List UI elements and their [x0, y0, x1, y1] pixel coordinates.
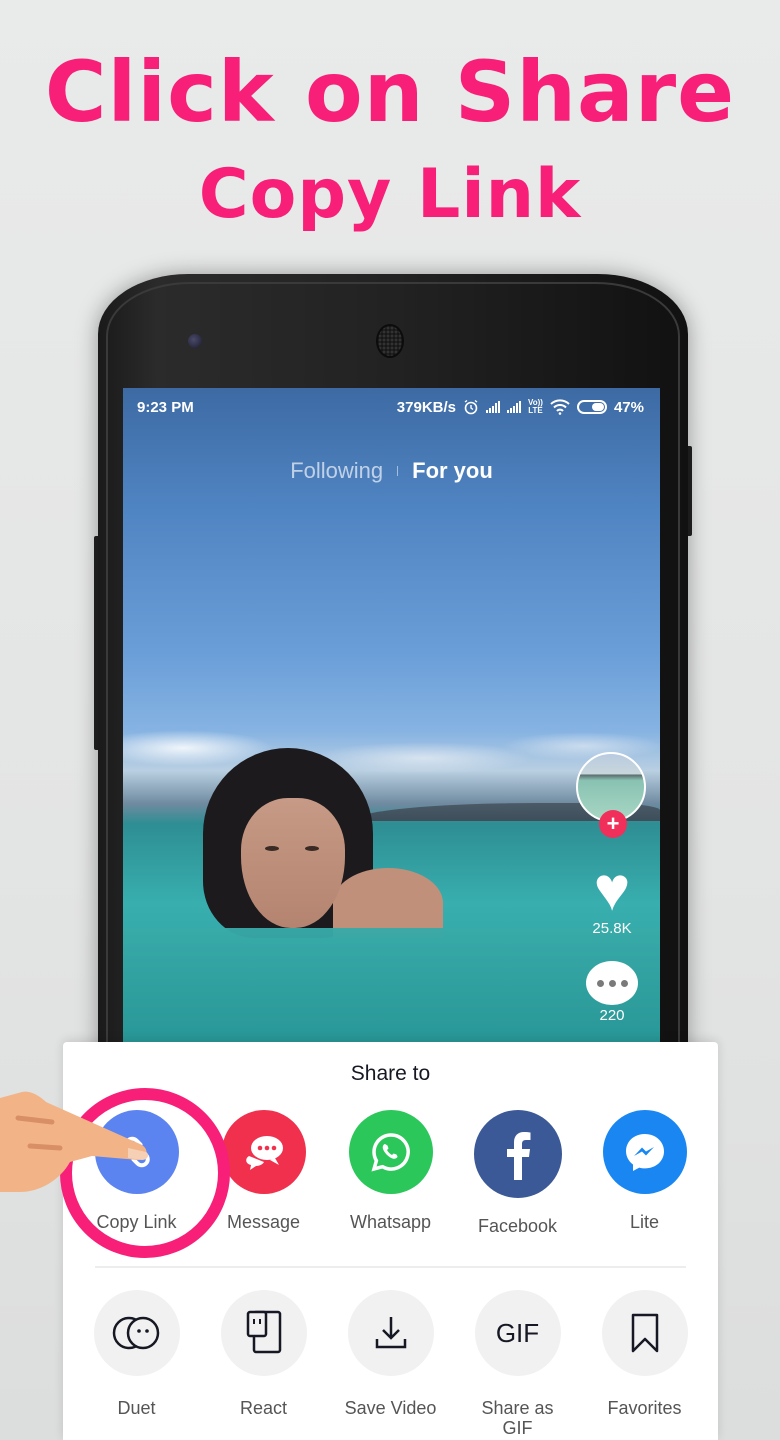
share-facebook[interactable]: Facebook [454, 1110, 581, 1236]
creator-avatar[interactable]: + [576, 752, 646, 838]
facebook-icon [473, 1110, 562, 1198]
bookmark-icon [601, 1290, 688, 1376]
action-duet[interactable]: Duet [73, 1290, 200, 1438]
message-icon [221, 1110, 306, 1194]
share-label: Facebook [477, 1216, 558, 1236]
action-label: Save Video [344, 1398, 437, 1418]
share-actions-row: Duet React Save Video GIF Share as GIF F… [73, 1290, 708, 1438]
share-sheet-divider [95, 1266, 686, 1268]
messenger-icon [602, 1110, 687, 1194]
battery-percent: 47% [613, 398, 644, 416]
lte-text: LTE [528, 406, 543, 415]
share-label: Whatsapp [349, 1212, 432, 1232]
comment-count: 220 [599, 1007, 625, 1024]
headline-title: Click on Share [44, 43, 736, 141]
video-person [163, 748, 443, 948]
eye [305, 846, 319, 851]
eye [265, 846, 279, 851]
comment-icon [586, 961, 638, 1005]
duet-icon [93, 1290, 180, 1376]
action-save-video[interactable]: Save Video [327, 1290, 454, 1438]
action-share-gif[interactable]: GIF Share as GIF [454, 1290, 581, 1438]
net-speed: 379KB/s [396, 398, 456, 416]
action-label: Duet [117, 1398, 156, 1418]
action-label: Share as GIF [481, 1398, 554, 1438]
share-messenger-lite[interactable]: Lite [581, 1110, 708, 1236]
alarm-icon [464, 399, 478, 415]
wifi-icon [550, 399, 570, 415]
feed-tabs: Following For you [123, 458, 660, 484]
volte-icon: Vo)) LTE [528, 399, 543, 415]
status-time: 9:23 PM [137, 398, 194, 416]
action-favorites[interactable]: Favorites [581, 1290, 708, 1438]
video-feed[interactable]: 9:23 PM 379KB/s Vo)) LTE 47% Following Fo… [123, 388, 660, 1048]
comment-button[interactable]: 220 [576, 961, 648, 1024]
tab-for-you[interactable]: For you [412, 458, 493, 484]
gif-icon: GIF [474, 1290, 561, 1376]
headline-subtitle: Copy Link [198, 155, 582, 234]
share-label: Lite [629, 1212, 660, 1232]
like-button[interactable]: ♥ 25.8K [576, 855, 648, 938]
action-label: Favorites [607, 1398, 682, 1418]
share-label: Message [226, 1212, 301, 1232]
like-count: 25.8K [592, 920, 632, 937]
signal-icon [507, 401, 521, 413]
battery-icon [576, 400, 607, 414]
action-react[interactable]: React [200, 1290, 327, 1438]
download-icon [347, 1290, 434, 1376]
follow-plus-icon[interactable]: + [599, 810, 627, 838]
share-sheet-title: Share to [350, 1062, 431, 1085]
action-label: React [239, 1398, 288, 1418]
status-bar: 9:23 PM 379KB/s Vo)) LTE 47% [123, 388, 660, 426]
pointing-hand-icon [0, 1091, 149, 1192]
earpiece-speaker [376, 324, 404, 358]
action-rail: + ♥ 25.8K 220 [576, 752, 648, 1024]
heart-icon: ♥ [593, 855, 631, 924]
react-icon [220, 1290, 307, 1376]
whatsapp-icon [348, 1110, 433, 1194]
share-whatsapp[interactable]: Whatsapp [327, 1110, 454, 1236]
signal-icon [486, 401, 500, 413]
gif-glyph: GIF [495, 1317, 540, 1348]
tab-following[interactable]: Following [290, 458, 383, 484]
tab-separator [397, 466, 399, 476]
front-camera [188, 334, 202, 348]
